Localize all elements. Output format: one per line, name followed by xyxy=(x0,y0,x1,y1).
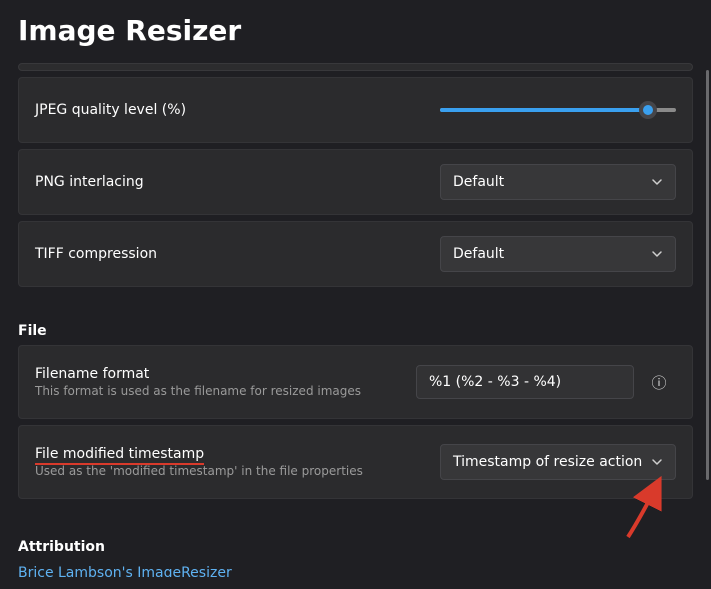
tiff-compression-label: TIFF compression xyxy=(35,246,440,262)
attribution-link[interactable]: Brice Lambson's ImageResizer xyxy=(18,565,232,577)
modified-timestamp-label-text: File modified timestamp xyxy=(35,446,204,465)
info-icon[interactable]: ⓘ xyxy=(642,365,676,399)
png-interlacing-value: Default xyxy=(453,174,504,190)
tiff-compression-value: Default xyxy=(453,246,504,262)
file-section-header: File xyxy=(18,323,693,339)
chevron-down-icon xyxy=(651,176,663,188)
filename-format-row: Filename format This format is used as t… xyxy=(18,345,693,419)
chevron-down-icon xyxy=(651,456,663,468)
attribution-header: Attribution xyxy=(18,539,693,555)
tiff-compression-select[interactable]: Default xyxy=(440,236,676,272)
slider-thumb[interactable] xyxy=(639,101,657,119)
jpeg-quality-label: JPEG quality level (%) xyxy=(35,102,440,118)
filename-format-input[interactable] xyxy=(416,365,634,399)
filename-format-label: Filename format xyxy=(35,366,416,382)
slider-fill xyxy=(440,108,648,112)
png-interlacing-label: PNG interlacing xyxy=(35,174,440,190)
modified-timestamp-sublabel: Used as the 'modified timestamp' in the … xyxy=(35,464,440,478)
modified-timestamp-select[interactable]: Timestamp of resize action xyxy=(440,444,676,480)
modified-timestamp-row: File modified timestamp Used as the 'mod… xyxy=(18,425,693,499)
modified-timestamp-label: File modified timestamp xyxy=(35,446,440,462)
filename-format-sublabel: This format is used as the filename for … xyxy=(35,384,416,398)
tiff-compression-row: TIFF compression Default xyxy=(18,221,693,287)
collapsed-card[interactable] xyxy=(18,63,693,71)
jpeg-quality-row: JPEG quality level (%) xyxy=(18,77,693,143)
png-interlacing-row: PNG interlacing Default xyxy=(18,149,693,215)
chevron-down-icon xyxy=(651,248,663,260)
modified-timestamp-value: Timestamp of resize action xyxy=(453,454,642,470)
png-interlacing-select[interactable]: Default xyxy=(440,164,676,200)
jpeg-quality-slider[interactable] xyxy=(440,101,676,119)
settings-scroll-area: JPEG quality level (%) PNG interlacing D… xyxy=(0,57,711,577)
scrollbar[interactable] xyxy=(706,70,709,480)
page-title: Image Resizer xyxy=(0,0,711,57)
